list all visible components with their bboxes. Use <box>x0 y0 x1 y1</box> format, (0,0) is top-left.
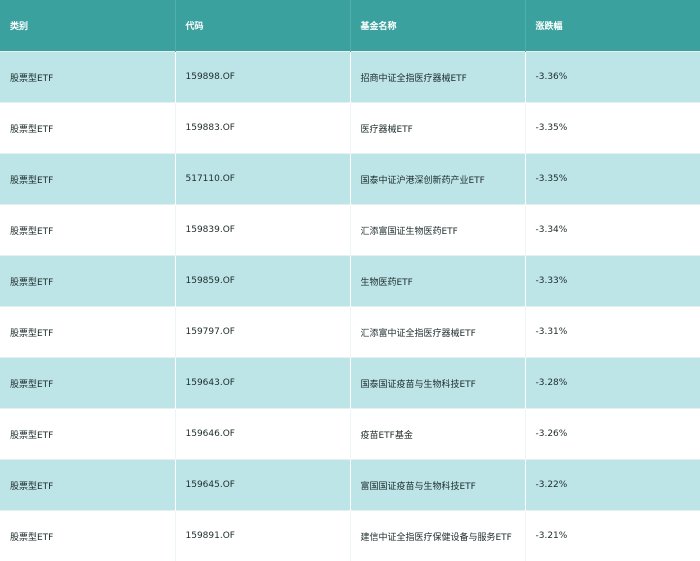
cell-change: -3.35% <box>525 103 700 154</box>
cell-code: 159643.OF <box>175 358 350 409</box>
table-body: 股票型ETF159898.OF招商中证全指医疗器械ETF-3.36%股票型ETF… <box>0 52 700 561</box>
cell-change: -3.35% <box>525 154 700 205</box>
cell-category: 股票型ETF <box>0 409 175 460</box>
header-row: 类别 代码 基金名称 涨跌幅 <box>0 0 700 52</box>
cell-category: 股票型ETF <box>0 52 175 103</box>
cell-code: 159891.OF <box>175 511 350 561</box>
cell-fund-name: 国泰中证沪港深创新药产业ETF <box>350 154 525 205</box>
cell-fund-name: 招商中证全指医疗器械ETF <box>350 52 525 103</box>
cell-fund-name: 国泰国证疫苗与生物科技ETF <box>350 358 525 409</box>
table-row[interactable]: 股票型ETF517110.OF国泰中证沪港深创新药产业ETF-3.35% <box>0 154 700 205</box>
cell-category: 股票型ETF <box>0 460 175 511</box>
table-row[interactable]: 股票型ETF159646.OF疫苗ETF基金-3.26% <box>0 409 700 460</box>
cell-code: 159898.OF <box>175 52 350 103</box>
table-row[interactable]: 股票型ETF159859.OF生物医药ETF-3.33% <box>0 256 700 307</box>
cell-change: -3.22% <box>525 460 700 511</box>
table-row[interactable]: 股票型ETF159839.OF汇添富国证生物医药ETF-3.34% <box>0 205 700 256</box>
fund-table: 类别 代码 基金名称 涨跌幅 股票型ETF159898.OF招商中证全指医疗器械… <box>0 0 700 561</box>
cell-fund-name: 疫苗ETF基金 <box>350 409 525 460</box>
table-row[interactable]: 股票型ETF159883.OF医疗器械ETF-3.35% <box>0 103 700 154</box>
cell-fund-name: 汇添富中证全指医疗器械ETF <box>350 307 525 358</box>
cell-fund-name: 富国国证疫苗与生物科技ETF <box>350 460 525 511</box>
cell-category: 股票型ETF <box>0 358 175 409</box>
table-row[interactable]: 股票型ETF159645.OF富国国证疫苗与生物科技ETF-3.22% <box>0 460 700 511</box>
cell-change: -3.21% <box>525 511 700 561</box>
cell-code: 159839.OF <box>175 205 350 256</box>
cell-code: 159645.OF <box>175 460 350 511</box>
cell-code: 159797.OF <box>175 307 350 358</box>
cell-fund-name: 建信中证全指医疗保健设备与服务ETF <box>350 511 525 561</box>
column-header-category[interactable]: 类别 <box>0 0 175 52</box>
cell-change: -3.34% <box>525 205 700 256</box>
cell-fund-name: 汇添富国证生物医药ETF <box>350 205 525 256</box>
table-row[interactable]: 股票型ETF159643.OF国泰国证疫苗与生物科技ETF-3.28% <box>0 358 700 409</box>
cell-code: 159646.OF <box>175 409 350 460</box>
cell-change: -3.31% <box>525 307 700 358</box>
cell-category: 股票型ETF <box>0 205 175 256</box>
cell-category: 股票型ETF <box>0 103 175 154</box>
cell-code: 159859.OF <box>175 256 350 307</box>
cell-category: 股票型ETF <box>0 256 175 307</box>
cell-change: -3.36% <box>525 52 700 103</box>
cell-change: -3.26% <box>525 409 700 460</box>
cell-change: -3.28% <box>525 358 700 409</box>
column-header-change[interactable]: 涨跌幅 <box>525 0 700 52</box>
cell-change: -3.33% <box>525 256 700 307</box>
cell-fund-name: 生物医药ETF <box>350 256 525 307</box>
cell-code: 517110.OF <box>175 154 350 205</box>
cell-category: 股票型ETF <box>0 154 175 205</box>
table-row[interactable]: 股票型ETF159891.OF建信中证全指医疗保健设备与服务ETF-3.21% <box>0 511 700 561</box>
table-row[interactable]: 股票型ETF159898.OF招商中证全指医疗器械ETF-3.36% <box>0 52 700 103</box>
table-header: 类别 代码 基金名称 涨跌幅 <box>0 0 700 52</box>
cell-fund-name: 医疗器械ETF <box>350 103 525 154</box>
column-header-code[interactable]: 代码 <box>175 0 350 52</box>
cell-category: 股票型ETF <box>0 307 175 358</box>
column-header-fund-name[interactable]: 基金名称 <box>350 0 525 52</box>
table-row[interactable]: 股票型ETF159797.OF汇添富中证全指医疗器械ETF-3.31% <box>0 307 700 358</box>
cell-code: 159883.OF <box>175 103 350 154</box>
cell-category: 股票型ETF <box>0 511 175 561</box>
